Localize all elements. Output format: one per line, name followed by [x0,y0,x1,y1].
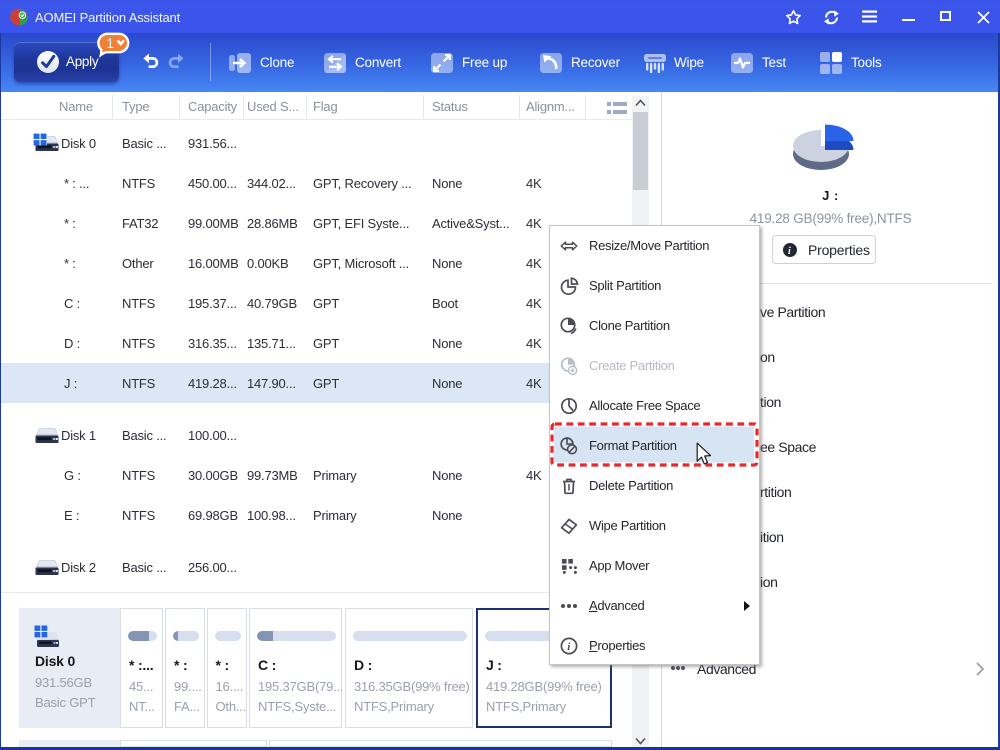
svg-text:i: i [788,246,791,257]
svg-text:i: i [567,641,571,653]
svg-text:1: 1 [106,35,114,51]
